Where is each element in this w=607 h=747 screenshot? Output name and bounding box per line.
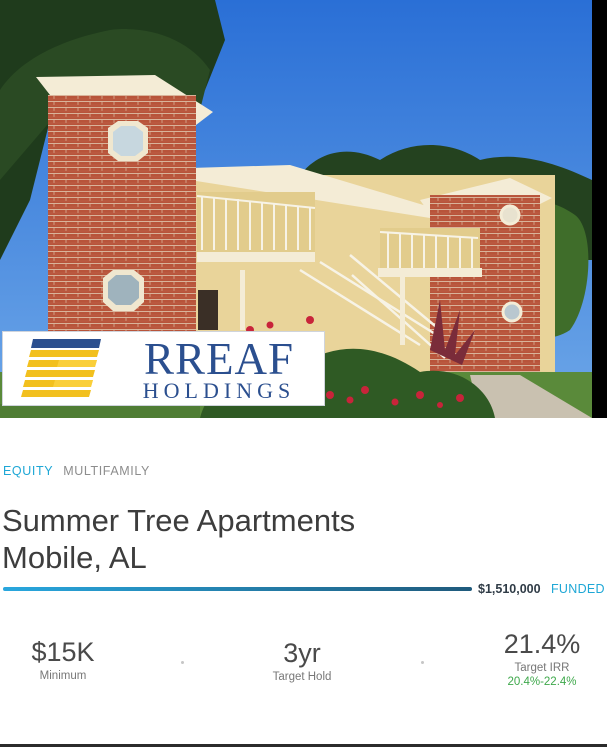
target-irr-label: Target IRR	[514, 662, 570, 674]
target-hold-value: 3yr	[283, 638, 321, 668]
logo-subtitle: HOLDINGS	[142, 378, 296, 403]
target-irr-value: 21.4%	[503, 629, 581, 659]
minimum-label: Minimum	[39, 670, 87, 682]
funded-amount: $1,510,000	[478, 582, 541, 596]
property-name: Summer Tree Apartments	[2, 503, 356, 538]
funding-progress-bar	[3, 587, 472, 591]
stat-minimum: $15K Minimum	[3, 637, 123, 682]
photo-frame-edge	[592, 0, 607, 418]
stat-target-irr: 21.4% Target IRR 20.4%-22.4%	[482, 629, 602, 688]
target-hold-label: Target Hold	[272, 671, 332, 683]
target-irr-range: 20.4%-22.4%	[507, 676, 577, 688]
stat-separator-dot	[421, 661, 424, 664]
property-location: Mobile, AL	[2, 540, 147, 575]
funded-status-badge: FUNDED	[551, 582, 605, 596]
logo-wordmark: RREAF	[143, 334, 295, 384]
funding-progress-fill	[3, 587, 472, 591]
property-photo[interactable]: RREAF HOLDINGS	[0, 0, 592, 418]
logo-stripes-icon	[21, 339, 101, 397]
stat-separator-dot	[181, 661, 184, 664]
minimum-value: $15K	[31, 637, 95, 667]
company-logo: RREAF HOLDINGS	[2, 331, 325, 406]
category-tags: EQUITY MULTIFAMILY	[3, 464, 150, 478]
property-title[interactable]: Summer Tree Apartments Mobile, AL	[2, 502, 592, 576]
property-type-tag[interactable]: MULTIFAMILY	[63, 464, 150, 478]
stat-target-hold: 3yr Target Hold	[242, 638, 362, 683]
asset-class-tag[interactable]: EQUITY	[3, 464, 53, 478]
